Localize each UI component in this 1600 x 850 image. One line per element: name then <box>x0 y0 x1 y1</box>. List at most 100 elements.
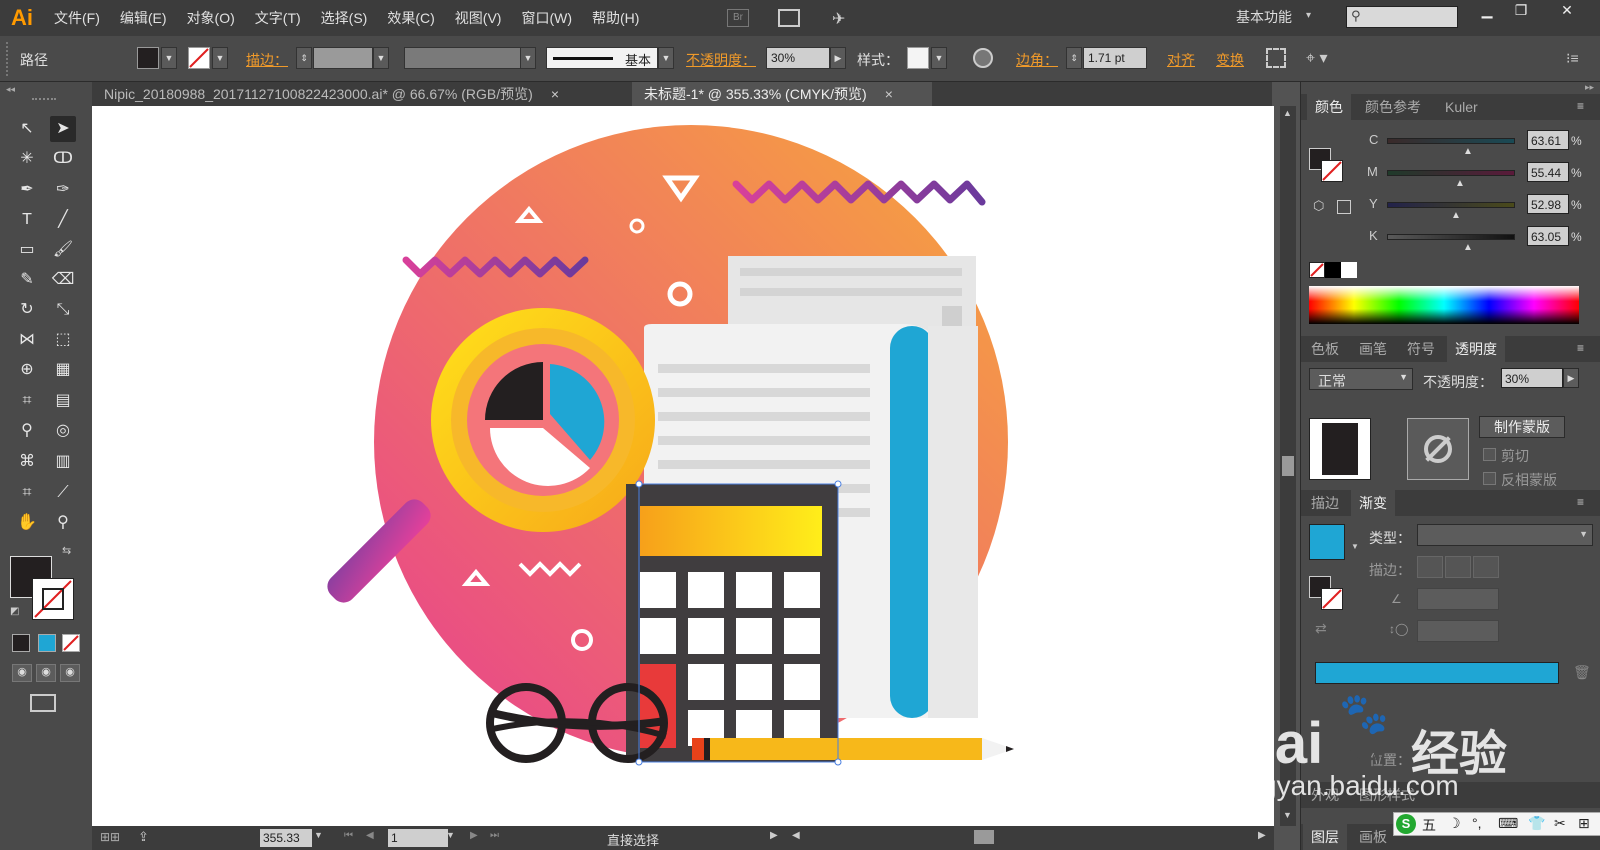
fill-swatch[interactable] <box>137 47 159 69</box>
gradient-type-select[interactable]: ▼ <box>1417 524 1593 546</box>
artboard-dropdown-icon[interactable]: ▼ <box>446 830 455 840</box>
minimize-button[interactable]: ▁ <box>1472 2 1502 22</box>
help-search-input[interactable]: ⚲ <box>1346 6 1458 28</box>
reverse-gradient-icon[interactable]: ⇄ <box>1315 620 1327 637</box>
align-panel-link[interactable]: 对齐 <box>1167 50 1195 70</box>
swap-fill-stroke-icon[interactable]: ⇆ <box>62 544 71 557</box>
opacity-slider-button[interactable]: ▶ <box>830 47 846 69</box>
stroke-weight-stepper[interactable]: ⇕ <box>296 47 312 69</box>
isolate-object-icon[interactable] <box>1266 48 1286 68</box>
dock-collapse-icon[interactable]: ▸▸ <box>1585 82 1594 93</box>
rectangle-tool-icon[interactable]: ▭ <box>14 237 40 263</box>
tab-artboards[interactable]: 画板 <box>1351 824 1395 850</box>
clip-checkbox[interactable] <box>1483 448 1496 461</box>
channel-k-slider[interactable] <box>1387 234 1515 240</box>
scroll-up-icon[interactable]: ▲ <box>1283 108 1292 118</box>
pen-tool-icon[interactable]: ✒ <box>14 177 40 203</box>
tab-kuler[interactable]: Kuler <box>1437 94 1486 120</box>
slice-tool-icon[interactable]: ⟋ <box>50 480 76 506</box>
menu-select[interactable]: 选择(S) <box>311 0 378 36</box>
corners-panel-link[interactable]: 边角： <box>1016 50 1058 70</box>
type-tool-icon[interactable]: T <box>14 207 40 233</box>
bridge-button[interactable]: Br <box>727 9 749 27</box>
stroke-panel-link[interactable]: 描边： <box>246 50 288 70</box>
brush-definition[interactable]: 基本 <box>546 47 658 69</box>
document-tab-active[interactable]: 未标题-1* @ 355.33% (CMYK/预览) × <box>632 82 932 106</box>
channel-m-thumb[interactable]: ▲ <box>1455 178 1465 189</box>
last-artboard-icon[interactable]: ⏭ <box>490 830 499 841</box>
quick-black-swatch[interactable] <box>1325 262 1341 278</box>
document-tab[interactable]: Nipic_20180988_20171127100822423000.ai* … <box>92 82 632 106</box>
hscroll-right-icon[interactable]: ▶ <box>1258 830 1266 841</box>
channel-m-slider[interactable] <box>1387 170 1515 176</box>
prev-artboard-icon[interactable]: ◀ <box>366 830 374 841</box>
artboard-number-input[interactable]: 1 <box>388 829 448 847</box>
curvature-tool-icon[interactable]: ✑ <box>50 177 76 203</box>
hand-tool-icon[interactable]: ✋ <box>14 510 40 536</box>
transform-panel-link[interactable]: 变换 <box>1216 50 1244 70</box>
opacity-input[interactable]: 30% <box>766 47 830 69</box>
artboard-navigation-icon[interactable]: ⊞⊞ <box>100 830 120 844</box>
corner-radius-stepper[interactable]: ⇕ <box>1066 47 1082 69</box>
control-panel-menu-icon[interactable]: ⁝≡ <box>1566 50 1579 67</box>
column-graph-tool-icon[interactable]: ▥ <box>50 449 76 475</box>
quick-none-swatch[interactable] <box>1309 262 1325 278</box>
artboard-canvas[interactable] <box>92 106 1274 826</box>
ime-grid-icon[interactable]: ⊞ <box>1578 815 1590 832</box>
stroke-within-button[interactable] <box>1417 556 1443 578</box>
ime-moon-icon[interactable]: ☽ <box>1448 815 1461 832</box>
graphic-style-dropdown[interactable]: ▼ <box>931 47 947 69</box>
free-transform-tool-icon[interactable]: ⬚ <box>50 327 76 353</box>
gradient-aspect-input[interactable] <box>1417 620 1499 642</box>
eyedropper-tool-icon[interactable]: ⚲ <box>14 418 40 444</box>
zoom-level-input[interactable]: 355.33 <box>260 829 312 847</box>
stroke-weight-dropdown[interactable]: ▼ <box>373 47 389 69</box>
stroke-across-button[interactable] <box>1473 556 1499 578</box>
workspace-chevron-icon[interactable]: ▾ <box>1306 10 1311 21</box>
close-tab-icon[interactable]: × <box>885 86 893 102</box>
mask-thumbnail[interactable] <box>1407 418 1469 480</box>
gradient-stroke-swatch[interactable] <box>1321 588 1343 610</box>
eraser-tool-icon[interactable]: ⌫ <box>50 267 76 293</box>
gradient-slider[interactable] <box>1315 662 1559 684</box>
channel-y-thumb[interactable]: ▲ <box>1451 210 1461 221</box>
tab-symbols[interactable]: 符号 <box>1399 336 1443 362</box>
tab-layers[interactable]: 图层 <box>1303 824 1347 850</box>
gradient-angle-input[interactable] <box>1417 588 1499 610</box>
panel-stroke-swatch[interactable] <box>1321 160 1343 182</box>
next-artboard-icon[interactable]: ▶ <box>470 830 478 841</box>
gradient-preview-swatch[interactable] <box>1309 524 1345 560</box>
delete-stop-icon[interactable]: 🗑 <box>1573 664 1591 681</box>
brush-dropdown[interactable]: ▼ <box>658 47 674 69</box>
ime-punct-icon[interactable]: °, <box>1472 815 1482 831</box>
menu-help[interactable]: 帮助(H) <box>582 0 649 36</box>
channel-c-thumb[interactable]: ▲ <box>1463 146 1473 157</box>
menu-window[interactable]: 窗口(W) <box>511 0 582 36</box>
rotate-tool-icon[interactable]: ↻ <box>14 297 40 323</box>
invert-mask-checkbox[interactable] <box>1483 472 1496 485</box>
menu-effect[interactable]: 效果(C) <box>377 0 444 36</box>
zoom-tool-icon[interactable]: ⚲ <box>50 510 76 536</box>
hscroll-thumb[interactable] <box>974 830 994 844</box>
quick-white-swatch[interactable] <box>1341 262 1357 278</box>
stroke-dropdown[interactable]: ▼ <box>212 47 228 69</box>
pencil-tool-icon[interactable]: ✎ <box>14 267 40 293</box>
stroke-weight-input[interactable] <box>313 47 373 69</box>
width-tool-icon[interactable]: ⋈ <box>14 327 40 353</box>
draw-behind-icon[interactable]: ◉ <box>36 664 56 682</box>
make-mask-button[interactable]: 制作蒙版 <box>1479 416 1565 438</box>
channel-k-input[interactable]: 63.05 <box>1527 226 1569 246</box>
selection-tool-icon[interactable]: ↖ <box>14 116 40 142</box>
lasso-tool-icon[interactable]: ↀ <box>50 146 76 172</box>
paintbrush-tool-icon[interactable]: 🖌 <box>50 237 76 263</box>
draw-normal-icon[interactable]: ◉ <box>12 664 32 682</box>
ime-logo-icon[interactable]: S <box>1396 814 1416 834</box>
zoom-dropdown-icon[interactable]: ▼ <box>314 830 323 840</box>
gradient-mode-button[interactable] <box>38 634 56 652</box>
scroll-thumb[interactable] <box>1282 456 1294 476</box>
color-spectrum[interactable] <box>1309 286 1579 324</box>
magic-wand-tool-icon[interactable]: ✳ <box>14 146 40 172</box>
first-artboard-icon[interactable]: ⏮ <box>344 830 353 841</box>
tab-brushes[interactable]: 画笔 <box>1351 336 1395 362</box>
scroll-down-icon[interactable]: ▼ <box>1283 810 1292 820</box>
